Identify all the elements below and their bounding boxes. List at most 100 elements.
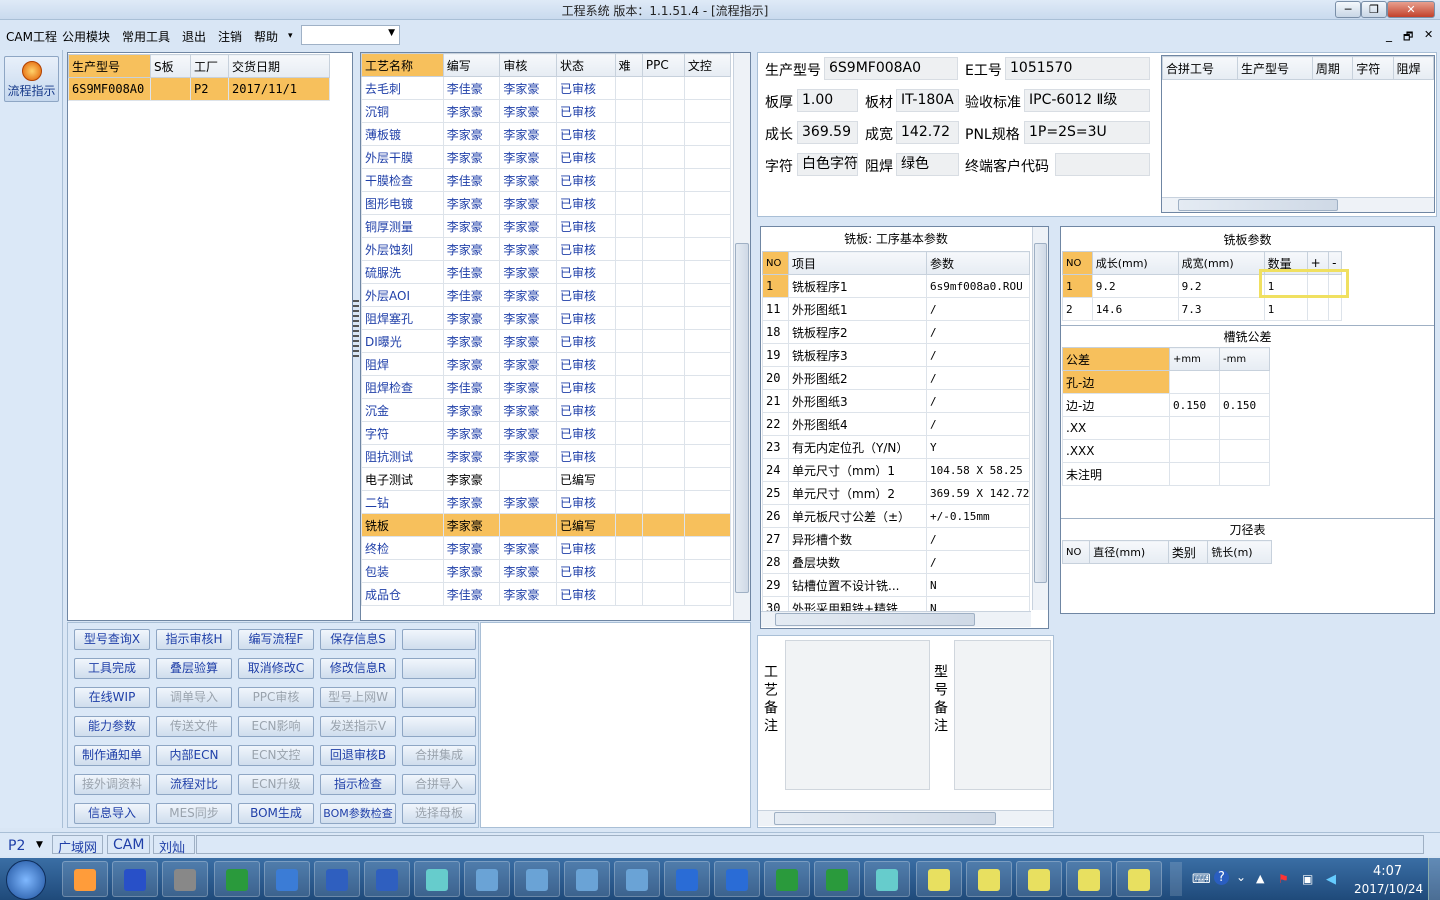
cell[interactable] xyxy=(641,329,685,353)
scroll-thumb[interactable] xyxy=(735,243,749,593)
taskbar-item[interactable] xyxy=(664,861,710,897)
cell[interactable] xyxy=(150,77,191,101)
col-header[interactable]: 铣长(m) xyxy=(1207,540,1272,564)
cell[interactable]: 阻抗测试 xyxy=(361,444,444,468)
table-row[interactable]: 26 单元板尺寸公差（±） +/-0.15mm xyxy=(762,504,1030,528)
width-field[interactable]: 142.72 xyxy=(896,121,959,144)
cell[interactable]: 李家豪 xyxy=(499,559,557,583)
table-row[interactable]: 阻焊 李家豪 李家豪 已审核 xyxy=(361,352,732,376)
thickness-field[interactable]: 1.00 xyxy=(797,89,858,112)
cell[interactable]: 28 xyxy=(762,550,789,574)
cell[interactable] xyxy=(683,306,732,330)
cell[interactable]: 李家豪 xyxy=(499,306,557,330)
cell[interactable]: 2 xyxy=(1062,297,1093,321)
cell[interactable]: 李家豪 xyxy=(442,237,501,261)
cell[interactable] xyxy=(683,513,732,537)
cell[interactable] xyxy=(683,375,732,399)
table-row[interactable]: .XXX xyxy=(1062,439,1270,463)
cell[interactable]: 李家豪 xyxy=(499,421,557,445)
col-header[interactable]: S板 xyxy=(150,54,191,78)
cell[interactable]: 24 xyxy=(762,458,789,482)
menu-logout[interactable]: 注销 xyxy=(218,28,242,45)
cell[interactable]: 图形电镀 xyxy=(361,191,444,215)
cell[interactable]: 外层蚀刻 xyxy=(361,237,444,261)
cell[interactable] xyxy=(683,398,732,422)
cell[interactable] xyxy=(641,467,685,491)
table-row[interactable]: 18 铣板程序2/ xyxy=(762,320,1030,344)
table-row[interactable]: 外层AOI 李佳豪 李家豪 已审核 xyxy=(361,283,732,307)
cell[interactable]: 20 xyxy=(762,366,789,390)
help-icon[interactable]: ? xyxy=(1214,870,1229,885)
cell[interactable] xyxy=(683,490,732,514)
cell[interactable] xyxy=(683,582,732,606)
cell[interactable]: 已审核 xyxy=(555,398,616,422)
col-header[interactable]: 生产型号 xyxy=(68,54,151,78)
cell[interactable] xyxy=(683,283,732,307)
cell[interactable]: 终检 xyxy=(361,536,444,560)
taskbar-item[interactable] xyxy=(614,861,660,897)
table-row[interactable]: 铣板 李家豪 已编写 xyxy=(361,513,732,537)
col-header[interactable]: 周期 xyxy=(1311,56,1354,80)
taskbar-item[interactable] xyxy=(112,861,158,897)
cell[interactable] xyxy=(614,559,643,583)
table-row[interactable]: 阻焊检查 李佳豪 李家豪 已审核 xyxy=(361,375,732,399)
start-button[interactable] xyxy=(6,860,46,900)
cell[interactable]: 李家豪 xyxy=(442,329,501,353)
col-header[interactable]: 交货日期 xyxy=(228,54,330,78)
table-row[interactable]: 电子测试 李家豪 已编写 xyxy=(361,467,732,491)
taskbar-item[interactable] xyxy=(714,861,760,897)
menu-help[interactable]: 帮助 xyxy=(254,28,278,45)
cell[interactable] xyxy=(683,191,732,215)
cell[interactable]: 已审核 xyxy=(555,306,616,330)
cell[interactable] xyxy=(1328,297,1342,321)
col-header[interactable]: NO xyxy=(1061,540,1091,564)
mask-field[interactable]: 绿色 xyxy=(896,153,959,176)
col-header[interactable]: 成宽(mm) xyxy=(1177,251,1265,275)
cell[interactable] xyxy=(641,398,685,422)
cell[interactable]: 18 xyxy=(762,320,789,344)
cell[interactable]: 已审核 xyxy=(555,536,616,560)
show-desktop-button[interactable] xyxy=(1428,858,1440,900)
cell[interactable]: P2 xyxy=(190,77,229,101)
cell[interactable]: 李家豪 xyxy=(442,467,501,491)
col-header[interactable]: 公差 xyxy=(1062,347,1170,371)
cell[interactable]: 22 xyxy=(762,412,789,436)
cell[interactable] xyxy=(614,536,643,560)
cell[interactable] xyxy=(1219,370,1270,394)
material-field[interactable]: IT-180A xyxy=(896,89,959,112)
cell[interactable]: 李佳豪 xyxy=(442,283,501,307)
taskbar-item[interactable] xyxy=(564,861,610,897)
cell[interactable]: Y xyxy=(926,435,1030,459)
cell[interactable]: 字符 xyxy=(361,421,444,445)
col-header[interactable]: 工艺名称 xyxy=(361,53,444,77)
cell[interactable]: 27 xyxy=(762,527,789,551)
table-row[interactable]: 沉金 李家豪 李家豪 已审核 xyxy=(361,398,732,422)
cell[interactable] xyxy=(641,191,685,215)
cell[interactable]: 李家豪 xyxy=(442,214,501,238)
cell[interactable]: 李家豪 xyxy=(499,145,557,169)
cell[interactable]: .XX xyxy=(1062,416,1170,440)
params-scrollbar[interactable] xyxy=(1032,227,1048,610)
cell[interactable] xyxy=(614,375,643,399)
col-header[interactable]: -mm xyxy=(1219,347,1270,371)
cell[interactable]: 单元尺寸（mm）1 xyxy=(788,458,927,482)
command-button[interactable]: 取消修改C xyxy=(238,658,314,679)
cell[interactable]: 铣板程序2 xyxy=(788,320,927,344)
close-button[interactable]: ✕ xyxy=(1387,1,1435,18)
cell[interactable] xyxy=(641,444,685,468)
table-row[interactable]: 二钻 李家豪 李家豪 已审核 xyxy=(361,490,732,514)
cell[interactable]: 已编写 xyxy=(555,467,616,491)
cell[interactable] xyxy=(614,421,643,445)
taskbar-scroll[interactable] xyxy=(1170,862,1182,896)
taskbar-item[interactable] xyxy=(364,861,410,897)
cell[interactable] xyxy=(641,306,685,330)
cell[interactable]: 外形图纸2 xyxy=(788,366,927,390)
command-button[interactable]: 在线WIP xyxy=(74,687,150,708)
cell[interactable] xyxy=(683,145,732,169)
col-header[interactable]: 参数 xyxy=(926,251,1030,275)
table-row[interactable]: 图形电镀 李家豪 李家豪 已审核 xyxy=(361,191,732,215)
table-row[interactable]: 阻焊塞孔 李家豪 李家豪 已审核 xyxy=(361,306,732,330)
taskbar-item[interactable] xyxy=(264,861,310,897)
cell[interactable] xyxy=(614,168,643,192)
cell[interactable]: 外层AOI xyxy=(361,283,444,307)
